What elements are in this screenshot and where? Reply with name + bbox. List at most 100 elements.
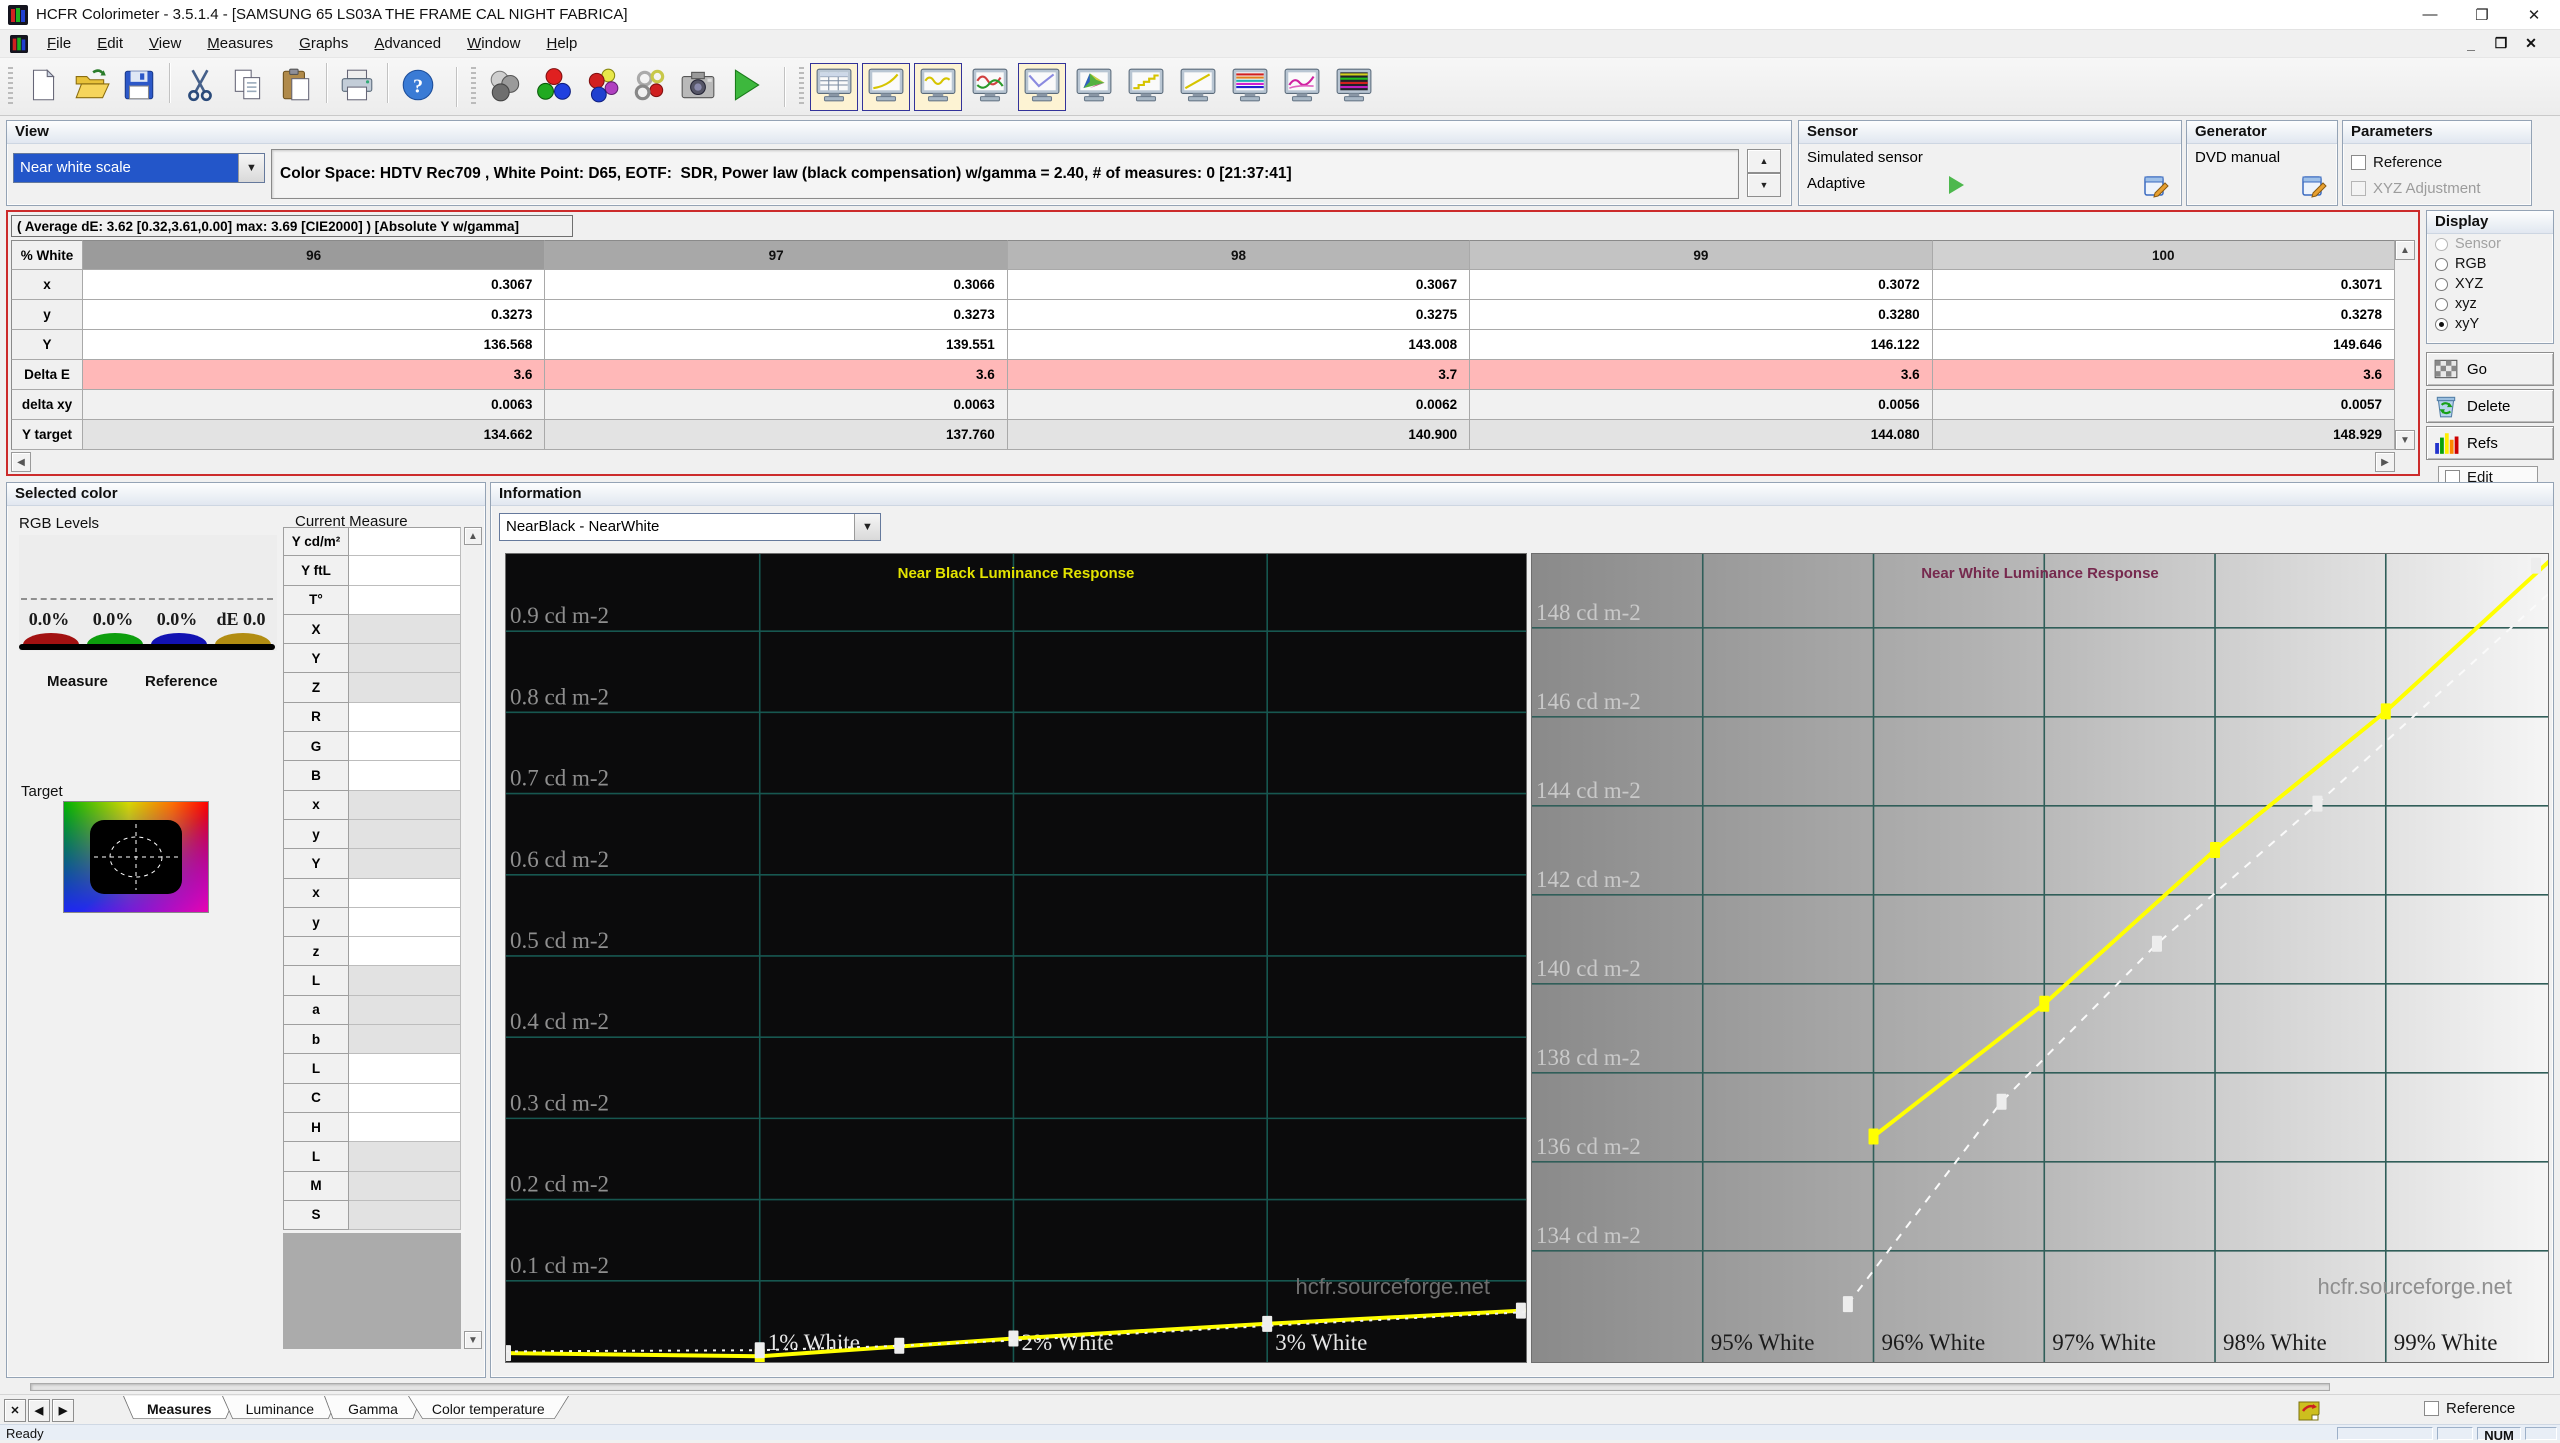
cell-y-97[interactable]: 0.3273 [545, 300, 1008, 330]
cell-delta-e-99[interactable]: 3.6 [1470, 360, 1933, 390]
cell-y-98[interactable]: 0.3275 [1007, 300, 1471, 330]
cell-y-target-97[interactable]: 137.760 [545, 420, 1008, 450]
current-measure-scrollbar[interactable]: ▲ ▼ [464, 527, 483, 1349]
mdi-restore-button[interactable]: ❐ [2486, 32, 2516, 56]
paste-button[interactable] [272, 63, 320, 111]
measure-grabber-icon[interactable] [2296, 1398, 2322, 1422]
cell-delta-xy-98[interactable]: 0.0062 [1007, 390, 1471, 420]
column-header-100[interactable]: 100 [1932, 240, 2395, 270]
scroll-up-icon[interactable]: ▲ [464, 527, 482, 545]
monitor-rgb-levels-button[interactable] [966, 63, 1014, 111]
monitor-magenta-curves-button[interactable] [1278, 63, 1326, 111]
color-balls-button[interactable] [578, 63, 626, 111]
table-vertical-scrollbar[interactable]: ▲ ▼ [2395, 240, 2415, 450]
go-button[interactable]: Go [2426, 352, 2554, 386]
camera-button[interactable] [674, 63, 722, 111]
table-horizontal-scrollbar[interactable]: ◀ ▶ [11, 452, 2395, 474]
cell-delta-xy-96[interactable]: 0.0063 [83, 390, 546, 420]
cell-delta-e-97[interactable]: 3.6 [545, 360, 1008, 390]
scroll-down-icon[interactable]: ▼ [2395, 430, 2415, 450]
new-document-button[interactable] [19, 63, 67, 111]
monitor-steps-button[interactable] [1122, 63, 1170, 111]
help-button[interactable]: ? [394, 63, 442, 111]
horizontal-scrollbar-track[interactable] [30, 1383, 2330, 1391]
menu-graphs[interactable]: Graphs [286, 31, 361, 56]
monitor-gamut-button[interactable] [1070, 63, 1118, 111]
cell-x-99[interactable]: 0.3072 [1470, 270, 1933, 300]
monitor-diagonal-button[interactable] [1174, 63, 1222, 111]
color-rings-button[interactable] [626, 63, 674, 111]
cell-y-98[interactable]: 143.008 [1007, 330, 1471, 360]
cell-delta-e-96[interactable]: 3.6 [83, 360, 546, 390]
display-option-xyz[interactable]: XYZ [2427, 274, 2553, 294]
copy-button[interactable] [224, 63, 272, 111]
scale-select[interactable]: Near white scale ▼ [13, 153, 265, 183]
close-button[interactable]: ✕ [2508, 0, 2560, 29]
radio-icon[interactable] [2435, 317, 2448, 331]
cell-y-99[interactable]: 146.122 [1470, 330, 1933, 360]
parameter-reference[interactable]: Reference [2351, 149, 2481, 175]
cell-x-97[interactable]: 0.3066 [545, 270, 1008, 300]
cut-button[interactable] [176, 63, 224, 111]
tab-scroll-right-icon[interactable]: ▶ [52, 1399, 74, 1422]
save-button[interactable] [115, 63, 163, 111]
generator-settings-icon[interactable] [2301, 173, 2327, 199]
minimize-button[interactable]: — [2404, 0, 2456, 29]
column-header-96[interactable]: 96 [83, 240, 546, 270]
rgb-balls-button[interactable] [530, 63, 578, 111]
cell-y-96[interactable]: 136.568 [83, 330, 546, 360]
tab-luminance[interactable]: Luminance [222, 1396, 339, 1424]
open-folder-button[interactable] [67, 63, 115, 111]
cell-delta-xy-100[interactable]: 0.0057 [1932, 390, 2395, 420]
chevron-down-icon[interactable]: ▼ [854, 514, 880, 540]
print-button[interactable] [333, 63, 381, 111]
cell-y-target-96[interactable]: 134.662 [83, 420, 546, 450]
cell-y-target-100[interactable]: 148.929 [1932, 420, 2395, 450]
cell-x-96[interactable]: 0.3067 [83, 270, 546, 300]
display-option-rgb[interactable]: RGB [2427, 254, 2553, 274]
graph-select[interactable]: NearBlack - NearWhite ▼ [499, 513, 881, 541]
monitor-table-button[interactable] [810, 62, 858, 111]
cell-y-target-99[interactable]: 144.080 [1470, 420, 1933, 450]
tab-color-temperature[interactable]: Color temperature [408, 1396, 569, 1424]
close-view-button[interactable]: ✕ [4, 1399, 26, 1422]
sensor-run-icon[interactable] [1949, 176, 1964, 194]
delete-button[interactable]: Delete [2426, 389, 2554, 423]
mdi-minimize-button[interactable]: _ [2456, 32, 2486, 56]
cell-y-100[interactable]: 149.646 [1932, 330, 2395, 360]
column-header-97[interactable]: 97 [545, 240, 1008, 270]
monitor-wave-button[interactable] [914, 62, 962, 111]
scroll-left-icon[interactable]: ◀ [11, 452, 31, 472]
scroll-right-icon[interactable]: ▶ [2375, 452, 2395, 472]
menu-advanced[interactable]: Advanced [361, 31, 454, 56]
cell-y-96[interactable]: 0.3273 [83, 300, 546, 330]
reference-checkbox-row[interactable]: Reference [2424, 1400, 2515, 1417]
column-header-99[interactable]: 99 [1470, 240, 1933, 270]
menu-measures[interactable]: Measures [194, 31, 286, 56]
menu-view[interactable]: View [136, 31, 194, 56]
checkbox[interactable] [2351, 154, 2366, 170]
cell-x-100[interactable]: 0.3071 [1932, 270, 2395, 300]
monitor-gamma-curve-button[interactable] [862, 62, 910, 111]
menu-edit[interactable]: Edit [84, 31, 136, 56]
monitor-v-curve-button[interactable] [1018, 62, 1066, 111]
display-option-xyz[interactable]: xyz [2427, 294, 2553, 314]
column-header-98[interactable]: 98 [1007, 240, 1471, 270]
run-measure-button[interactable] [722, 63, 770, 111]
cell-y-99[interactable]: 0.3280 [1470, 300, 1933, 330]
radio-icon[interactable] [2435, 257, 2448, 271]
scroll-up-icon[interactable]: ▲ [2395, 240, 2415, 260]
menu-help[interactable]: Help [533, 31, 590, 56]
monitor-stripes-button[interactable] [1226, 63, 1274, 111]
scroll-down-icon[interactable]: ▼ [464, 1331, 482, 1349]
sensor-settings-icon[interactable] [2143, 173, 2169, 199]
radio-icon[interactable] [2435, 297, 2448, 311]
sensor-spheres-button[interactable] [482, 63, 530, 111]
cell-delta-e-98[interactable]: 3.7 [1007, 360, 1471, 390]
tab-scroll-left-icon[interactable]: ◀ [28, 1399, 50, 1422]
cell-x-98[interactable]: 0.3067 [1007, 270, 1471, 300]
tab-measures[interactable]: Measures [123, 1396, 236, 1424]
cell-delta-xy-99[interactable]: 0.0056 [1470, 390, 1933, 420]
refs-button[interactable]: Refs [2426, 426, 2554, 460]
menu-file[interactable]: File [34, 31, 84, 56]
